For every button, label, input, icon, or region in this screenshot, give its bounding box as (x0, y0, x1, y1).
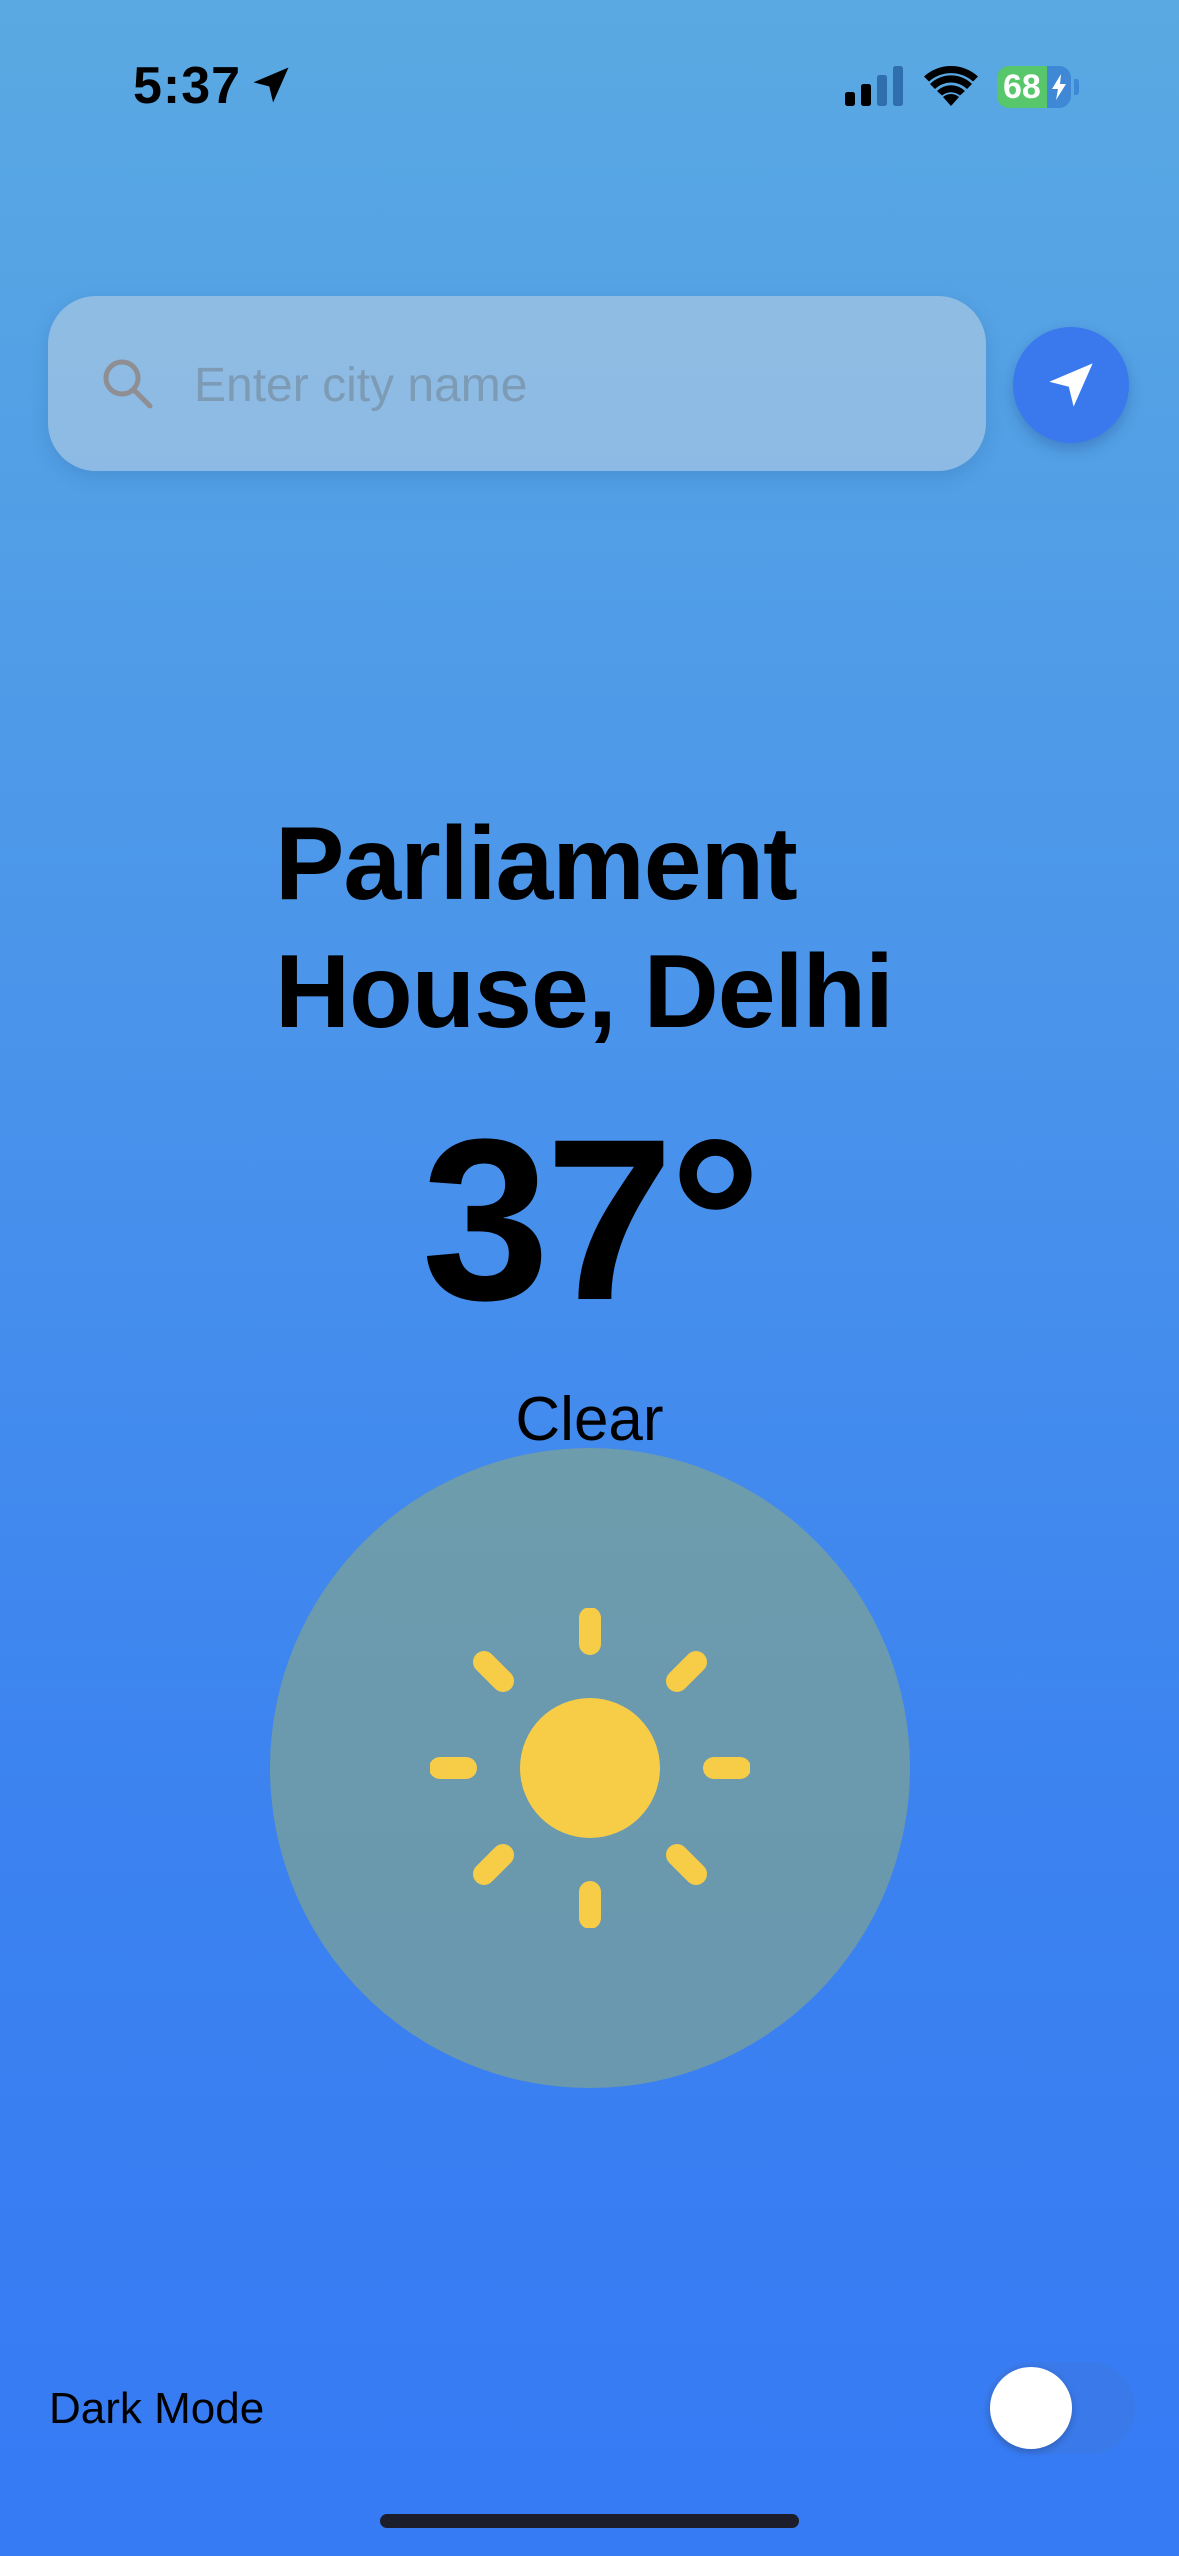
search-icon (103, 359, 153, 409)
dark-mode-label: Dark Mode (49, 2384, 265, 2433)
wifi-icon (924, 66, 978, 106)
weather-icon-background (270, 1448, 910, 2088)
battery-cap (1074, 79, 1079, 95)
home-indicator[interactable] (380, 2514, 799, 2528)
signal-icon (845, 66, 903, 106)
battery-body: 68 (997, 66, 1071, 108)
battery-level: 68 (1003, 68, 1041, 106)
status-bar: 5:37 68 (0, 0, 1179, 170)
navigation-icon (1049, 363, 1093, 407)
weather-condition: Clear (515, 1385, 664, 1454)
dark-mode-toggle[interactable] (985, 2362, 1135, 2454)
location-name: Parliament House, Delhi (275, 800, 975, 1056)
charging-bolt-icon (1052, 74, 1066, 100)
status-time: 5:37 (133, 57, 242, 115)
sun-icon (430, 1608, 750, 1928)
battery-indicator: 68 (997, 66, 1079, 108)
location-line-2: House, Delhi (275, 934, 894, 1050)
search-input[interactable] (192, 334, 956, 436)
toggle-knob[interactable] (990, 2367, 1072, 2449)
current-location-button[interactable] (1013, 327, 1129, 443)
search-bar[interactable] (48, 296, 986, 471)
temperature: 37° (421, 1091, 762, 1348)
location-line-1: Parliament (275, 806, 798, 922)
location-arrow-icon (253, 67, 289, 103)
